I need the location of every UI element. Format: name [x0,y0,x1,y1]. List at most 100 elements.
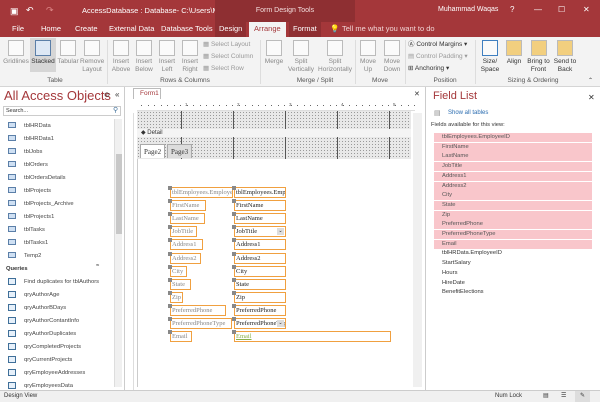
move-handle[interactable] [168,277,172,282]
field-control[interactable]: FirstName [234,200,286,212]
nav-item-query[interactable]: qryAuthorAge [8,289,59,301]
field-label[interactable]: tblEmployees.EmployeeID [170,187,233,198]
move-handle[interactable] [168,212,172,217]
move-handle[interactable] [168,330,172,335]
insert-right-button[interactable]: Insert Right [179,40,201,74]
nav-item-table[interactable]: Temp2 [8,250,41,262]
field-control[interactable]: tblEmployees.EmployeeID [234,187,286,198]
move-handle[interactable] [232,212,236,217]
design-view-icon[interactable]: ✎ [575,391,591,402]
move-down-button[interactable]: Move Down [380,40,404,74]
field-list-item[interactable]: tblEmployees.EmployeeID [434,133,592,142]
field-control[interactable]: Address1 [234,239,286,251]
move-handle[interactable] [232,199,236,204]
show-all-tables-link[interactable]: Show all tables [448,110,488,116]
field-list-item[interactable]: FirstName [434,142,592,152]
field-label[interactable]: Address1 [170,239,203,251]
tab-external-data[interactable]: External Data [109,22,154,37]
close-form-icon[interactable]: ✕ [414,90,420,98]
field-list-item[interactable]: BenefitElections [434,288,592,297]
field-control[interactable]: Address2 [234,252,286,264]
field-list-item[interactable]: Address2 [434,181,592,191]
tab-format[interactable]: Format [289,22,321,37]
size-space-button[interactable]: Size/ Space [478,40,502,74]
field-list-item[interactable]: LastName [434,152,592,162]
nav-item-table[interactable]: tblHRData [8,120,51,132]
move-handle[interactable] [232,238,236,243]
help-button[interactable]: ? [510,5,514,14]
stacked-button[interactable]: Stacked [30,38,56,72]
move-handle[interactable] [232,317,236,321]
select-layout-button[interactable]: ▦ Select Layout [203,40,250,49]
nav-item-table[interactable]: tblHRData1 [8,133,54,145]
nav-item-query[interactable]: qryAuthorContantInfo [8,315,79,327]
nav-item-table[interactable]: tblProjects1 [8,211,54,223]
tell-me-input[interactable]: Tell me what you want to do [342,22,435,37]
nav-group-queries[interactable]: Queries [6,263,28,275]
move-handle[interactable] [168,317,172,321]
move-handle[interactable] [168,251,172,256]
bring-to-front-button[interactable]: Bring to Front [525,40,552,74]
nav-item-query[interactable]: qryCurrentProjects [8,354,72,366]
split-horizontally-button[interactable]: Split Horizontally [317,40,353,74]
move-handle[interactable] [232,264,236,269]
gridlines-button[interactable]: Gridlines [3,40,29,66]
move-handle[interactable] [232,251,236,256]
field-list-item[interactable]: PreferredPhone [434,220,592,230]
undo-icon[interactable]: ↶ [26,5,34,16]
move-handle[interactable] [232,186,236,190]
move-up-button[interactable]: Move Up [357,40,379,74]
move-handle[interactable] [168,238,172,243]
align-button[interactable]: Align [503,40,525,66]
nav-item-query[interactable]: qryEmployeeAddresses [8,367,85,379]
redo-icon[interactable]: ↷ [46,5,54,16]
field-list-item[interactable]: StartSalary [434,259,592,268]
field-label[interactable]: PreferredPhoneType [170,318,232,329]
detail-section-bar[interactable]: ◆ Detail [137,129,411,137]
field-list-item[interactable]: Zip [434,210,592,220]
tab-database-tools[interactable]: Database Tools [161,22,213,37]
layout-view-icon[interactable]: ☰ [561,391,566,402]
send-to-back-button[interactable]: Send to Back [552,40,578,74]
page-tab-page2[interactable]: Page2 [140,144,166,158]
field-list-item[interactable]: Address1 [434,171,592,181]
move-handle[interactable] [232,225,236,230]
field-list-item[interactable]: tblHRData.EmployeeID [434,249,592,258]
form-scrollbar[interactable] [413,113,422,387]
control-margins-button[interactable]: Ⓐ Control Margins ▾ [408,40,467,49]
tab-file[interactable]: File [12,22,24,37]
control-padding-button[interactable]: ▤ Control Padding ▾ [408,52,468,61]
nav-item-table[interactable]: tblJobs [8,146,42,158]
collapse-ribbon-button[interactable]: ⌃ [588,77,593,84]
field-label[interactable]: Email [170,331,192,343]
collapse-nav-icon[interactable]: « [115,90,119,99]
move-handle[interactable] [168,186,172,190]
select-row-button[interactable]: ▦ Select Row [203,64,244,73]
close-button[interactable]: ✕ [583,5,590,14]
tabular-button[interactable]: Tabular [56,40,80,66]
field-control[interactable]: LastName [234,213,286,225]
merge-button[interactable]: Merge [263,40,285,66]
tab-create[interactable]: Create [75,22,98,37]
field-control[interactable]: City [234,265,286,277]
field-label[interactable]: LastName [170,213,205,225]
field-label[interactable]: City [170,265,187,277]
insert-above-button[interactable]: Insert Above [110,40,132,74]
insert-left-button[interactable]: Insert Left [156,40,178,74]
move-handle[interactable] [168,290,172,295]
form-view-icon[interactable]: ▤ [543,391,549,402]
field-list-item[interactable]: State [434,200,592,210]
collapse-group-icon[interactable]: ≈ [96,263,99,269]
nav-menu-icon[interactable]: ⊙ [104,91,110,99]
field-control[interactable]: PreferredPhoneType ⌄ [234,318,286,329]
remove-layout-button[interactable]: Remove Layout [80,40,104,74]
move-handle[interactable] [232,303,236,308]
move-handle[interactable] [168,225,172,230]
minimize-button[interactable]: — [534,5,542,14]
nav-item-table[interactable]: tblOrdersDetails [8,172,66,184]
tab-form1[interactable]: Form1 [133,88,161,99]
field-list-item[interactable]: Email [434,239,592,249]
nav-item-query[interactable]: qryCompletedProjects [8,341,81,353]
search-icon[interactable]: ⚲ [113,106,118,114]
combo-dropdown-icon[interactable]: ⌄ [277,320,284,327]
